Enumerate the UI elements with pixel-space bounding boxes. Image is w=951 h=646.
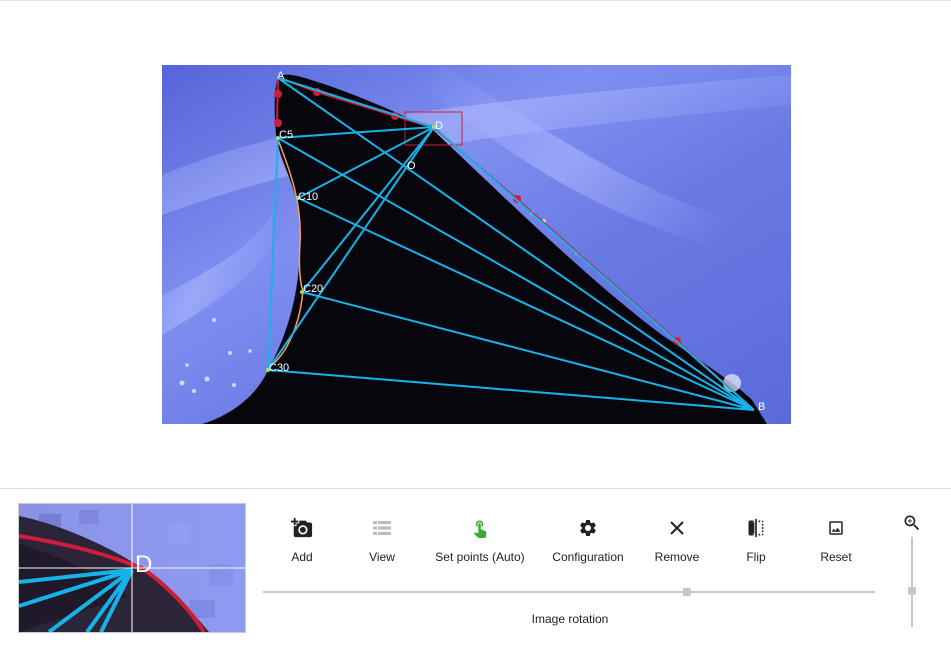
point-label-d[interactable]: D [435, 120, 443, 132]
add-label: Add [291, 550, 313, 564]
gear-icon [543, 512, 633, 544]
configuration-button[interactable]: Configuration [543, 512, 633, 564]
point-label-a[interactable]: A [277, 70, 285, 82]
point-label-c30[interactable]: C30 [269, 362, 289, 374]
fin-image-canvas[interactable]: A C5 D O C10 C20 C30 B [162, 65, 791, 424]
zoom-point-label: D [135, 551, 152, 578]
reset-label: Reset [820, 550, 852, 564]
reset-button[interactable]: Reset [791, 512, 881, 564]
close-icon [632, 512, 722, 544]
zoom-in-icon[interactable] [902, 513, 922, 533]
remove-label: Remove [654, 550, 700, 564]
rotation-label: Image rotation [531, 612, 609, 626]
set-points-label: Set points (Auto) [435, 550, 525, 564]
list-view-icon [337, 512, 427, 544]
zoom-slider-thumb[interactable] [908, 587, 916, 595]
add-button[interactable]: Add [257, 512, 347, 564]
flip-button[interactable]: Flip [711, 512, 801, 564]
top-border [0, 0, 951, 1]
leading-edge-line [276, 76, 279, 124]
view-label: View [369, 550, 395, 564]
point-label-o[interactable]: O [407, 160, 416, 172]
rotation-slider-track[interactable] [263, 591, 875, 593]
toolbar: Add View Set points (Auto) Configuration… [262, 512, 876, 572]
point-label-c10[interactable]: C10 [298, 191, 318, 203]
view-button[interactable]: View [337, 512, 427, 564]
add-photo-icon [257, 512, 347, 544]
point-label-c5[interactable]: C5 [279, 129, 293, 141]
panel-divider [0, 488, 951, 489]
set-points-button[interactable]: Set points (Auto) [430, 512, 530, 564]
touch-hand-icon [430, 512, 530, 544]
flip-icon [711, 512, 801, 544]
zoom-preview: D [18, 503, 246, 633]
point-label-b[interactable]: B [758, 401, 765, 413]
flip-label: Flip [746, 550, 766, 564]
remove-button[interactable]: Remove [632, 512, 722, 564]
rotation-slider-thumb[interactable] [683, 588, 691, 596]
image-icon [791, 512, 881, 544]
zoom-slider-track[interactable] [911, 537, 913, 627]
point-label-c20[interactable]: C20 [303, 283, 323, 295]
configuration-label: Configuration [552, 550, 624, 564]
